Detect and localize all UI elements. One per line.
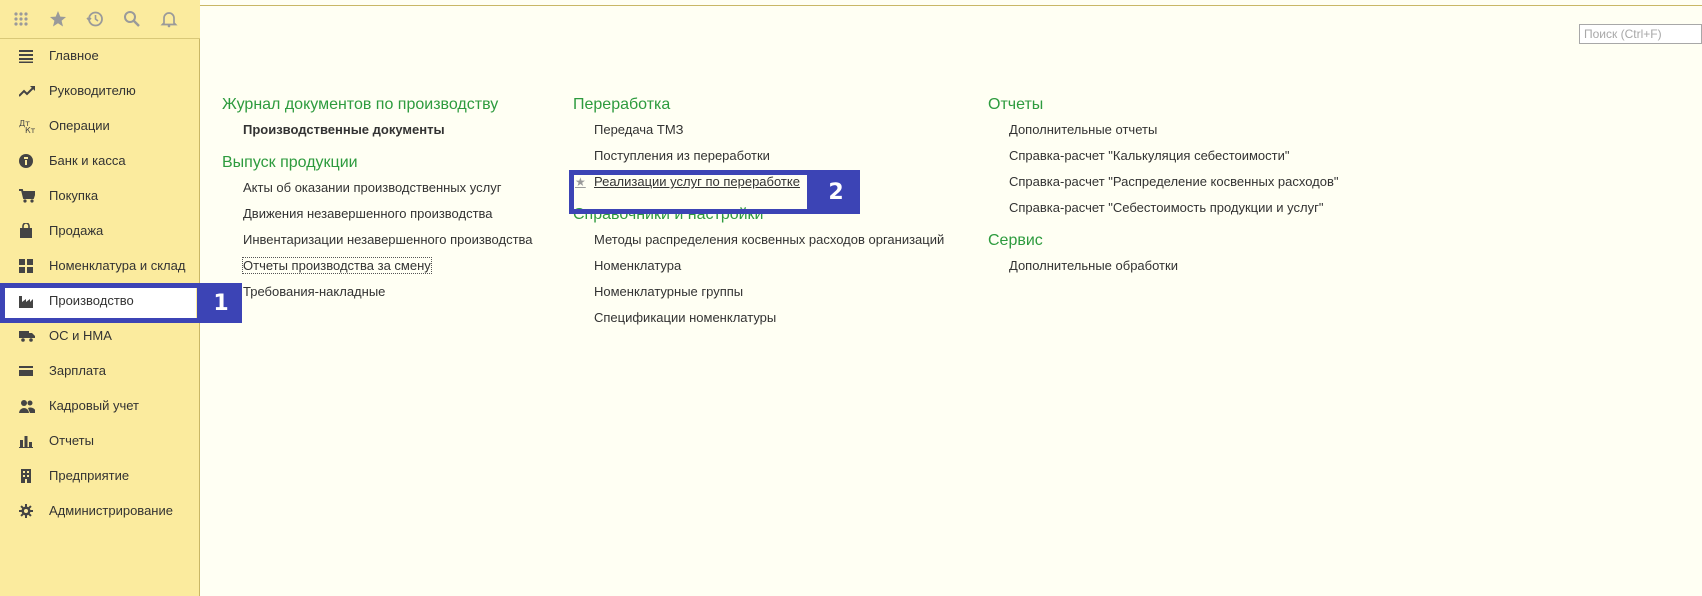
bar-chart-icon [19, 434, 47, 448]
sidebar-item-enterprise[interactable]: Предприятие [0, 458, 200, 493]
bank-icon [19, 153, 47, 168]
cart-icon [19, 188, 47, 203]
sidebar-item-label: Покупка [49, 188, 99, 203]
sidebar-item-reports[interactable]: Отчеты [0, 423, 200, 458]
truck-icon [19, 330, 47, 342]
apps-grid-icon[interactable] [10, 8, 32, 30]
sidebar-item-label: Продажа [49, 223, 104, 238]
column-3: Отчеты Дополнительные отчеты Справка-рас… [988, 93, 1339, 279]
link-wip-inventory[interactable]: Инвентаризации незавершенного производст… [222, 227, 533, 253]
sidebar-item-label: Кадровый учет [49, 398, 139, 413]
link-tmz-transfer[interactable]: Передача ТМЗ [573, 117, 944, 143]
sidebar-item-main[interactable]: Главное [0, 38, 200, 73]
search-input[interactable] [1579, 24, 1702, 44]
link-nomenclature-groups[interactable]: Номенклатурные группы [573, 279, 944, 305]
dt-kt-icon: Дт Кт [19, 118, 47, 134]
link-costing-calc[interactable]: Справка-расчет "Калькуляция себестоимост… [988, 143, 1339, 169]
bag-icon [19, 223, 47, 238]
column-2: Переработка Передача ТМЗ Поступления из … [573, 93, 944, 331]
link-indirect-distribution[interactable]: Справка-расчет "Распределение косвенных … [988, 169, 1339, 195]
sidebar-item-label: Главное [49, 48, 99, 63]
column-1: Журнал документов по производству Произв… [222, 93, 533, 305]
link-processing-sales[interactable]: ★ Реализации услуг по переработке [573, 169, 944, 195]
sidebar-item-sales[interactable]: Продажа [0, 213, 200, 248]
sidebar-item-label: Производство [49, 293, 134, 308]
sidebar-item-production[interactable]: Производство [4, 283, 196, 318]
gear-icon [19, 503, 47, 518]
link-acts[interactable]: Акты об оказании производственных услуг [222, 175, 533, 201]
link-requisitions[interactable]: Требования-накладные [222, 279, 533, 305]
history-icon[interactable] [84, 8, 106, 30]
sidebar-item-label: ОС и НМА [49, 328, 112, 343]
sidebar-item-operations[interactable]: Дт Кт Операции [0, 108, 200, 143]
link-wip-movements[interactable]: Движения незавершенного производства [222, 201, 533, 227]
sidebar-item-label: Операции [49, 118, 110, 133]
sidebar: Главное Руководителю Дт Кт Операции Банк … [0, 0, 200, 596]
sidebar-item-purchase[interactable]: Покупка [0, 178, 200, 213]
sidebar-item-label: Номенклатура и склад [49, 258, 186, 273]
link-nomenclature[interactable]: Номенклатура [573, 253, 944, 279]
sidebar-item-bank[interactable]: Банк и касса [0, 143, 200, 178]
sidebar-item-salary[interactable]: Зарплата [0, 353, 200, 388]
sidebar-nav: Главное Руководителю Дт Кт Операции Банк … [0, 38, 200, 528]
wallet-icon [19, 365, 47, 377]
sidebar-item-nomenclature[interactable]: Номенклатура и склад [0, 248, 200, 283]
sidebar-item-label: Зарплата [49, 363, 106, 378]
star-icon[interactable] [47, 8, 69, 30]
link-additional-reports[interactable]: Дополнительные отчеты [988, 117, 1339, 143]
section-title-journal[interactable]: Журнал документов по производству [222, 93, 533, 117]
link-product-cost[interactable]: Справка-расчет "Себестоимость продукции … [988, 195, 1339, 221]
link-additional-processing[interactable]: Дополнительные обработки [988, 253, 1339, 279]
sidebar-item-label: Руководителю [49, 83, 136, 98]
section-title-output[interactable]: Выпуск продукции [222, 151, 533, 175]
link-shift-reports[interactable]: Отчеты производства за смену [222, 253, 533, 279]
grid-icon [19, 258, 47, 273]
section-title-processing[interactable]: Переработка [573, 93, 944, 117]
sidebar-item-label: Отчеты [49, 433, 94, 448]
star-icon[interactable]: ★ [575, 169, 586, 195]
people-icon [19, 399, 47, 413]
trend-icon [19, 85, 47, 97]
callout-badge-2: 2 [812, 170, 860, 214]
link-receipts-processing[interactable]: Поступления из переработки [573, 143, 944, 169]
top-divider [200, 5, 1702, 6]
link-production-docs[interactable]: Производственные документы [222, 117, 533, 143]
sidebar-toolbar [0, 0, 200, 39]
link-indirect-methods[interactable]: Методы распределения косвенных расходов … [573, 227, 944, 253]
section-title-references[interactable]: Справочники и настройки [573, 203, 944, 227]
section-title-reports[interactable]: Отчеты [988, 93, 1339, 117]
building-icon [19, 468, 47, 483]
sidebar-item-label: Администрирование [49, 503, 173, 518]
menu-lines-icon [19, 49, 47, 63]
factory-icon [19, 294, 47, 308]
svg-text:Кт: Кт [25, 126, 35, 134]
sidebar-item-hr[interactable]: Кадровый учет [0, 388, 200, 423]
section-title-service[interactable]: Сервис [988, 229, 1339, 253]
sidebar-item-fixed-assets[interactable]: ОС и НМА [0, 318, 200, 353]
link-specifications[interactable]: Спецификации номенклатуры [573, 305, 944, 331]
sidebar-item-administration[interactable]: Администрирование [0, 493, 200, 528]
sidebar-item-manager[interactable]: Руководителю [0, 73, 200, 108]
search-icon[interactable] [121, 8, 143, 30]
bell-icon[interactable] [158, 8, 180, 30]
sidebar-item-label: Банк и касса [49, 153, 126, 168]
sidebar-item-label: Предприятие [49, 468, 130, 483]
